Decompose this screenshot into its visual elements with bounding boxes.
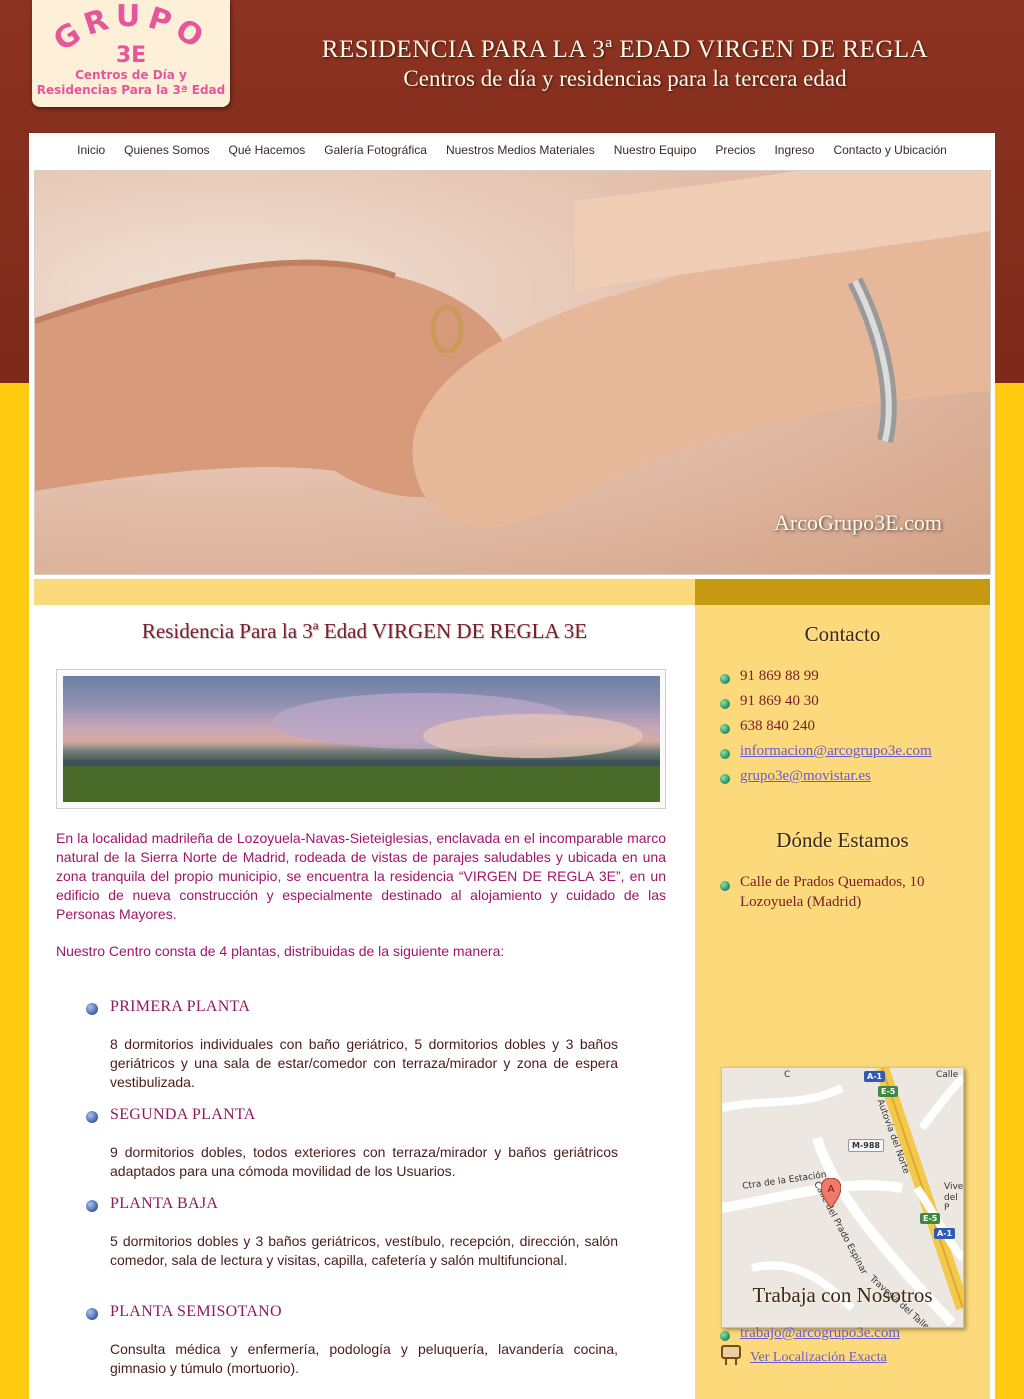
location-title: Dónde Estamos xyxy=(776,828,909,852)
map-label-c: C xyxy=(784,1070,791,1080)
map-label-calle: Calle xyxy=(936,1070,959,1080)
phone-2[interactable]: 91 869 40 30 xyxy=(740,693,819,710)
landscape-svg xyxy=(63,693,660,802)
bullet-icon xyxy=(86,1111,98,1123)
nav-item-medios-materiales[interactable]: Nuestros Medios Materiales xyxy=(446,143,595,157)
phone-3[interactable]: 638 840 240 xyxy=(740,718,815,735)
hero-watermark: ArcoGrupo3E.com xyxy=(773,510,942,535)
site-title: RESIDENCIA PARA LA 3ª EDAD VIRGEN DE REG… xyxy=(321,36,929,63)
bullet-icon xyxy=(720,699,730,709)
email-link-movistar[interactable]: grupo3e@movistar.es xyxy=(740,768,871,784)
site-logo[interactable]: GRUPO 3E Centros de Día y Residencias Pa… xyxy=(32,0,230,107)
bullet-icon xyxy=(86,1308,98,1320)
nav-item-galeria[interactable]: Galería Fotográfica xyxy=(324,143,427,157)
section-body-segunda: 9 dormitorios dobles, todos exteriores c… xyxy=(110,1144,618,1179)
bullet-icon xyxy=(720,749,730,759)
bullet-icon xyxy=(720,774,730,784)
section-body-baja: 5 dormitorios dobles y 3 baños geriátric… xyxy=(110,1233,618,1268)
section-heading-primera: PRIMERA PLANTA xyxy=(110,998,251,1015)
map-marker-letter: A xyxy=(828,1184,835,1195)
nav-item-ingreso[interactable]: Ingreso xyxy=(774,143,814,157)
floors-intro: Nuestro Centro consta de 4 plantas, dist… xyxy=(56,943,505,959)
road-shield-a1: A-1 xyxy=(864,1071,886,1082)
map-label-del-p: del P xyxy=(944,1193,958,1213)
road-shield-e5-lower: E-5 xyxy=(920,1213,941,1224)
email-row-1: informacion@arcogrupo3e.com xyxy=(740,743,932,760)
nav-item-contacto[interactable]: Contacto y Ubicación xyxy=(833,143,946,157)
road-shield-m988: M-988 xyxy=(848,1139,884,1152)
main-nav: Inicio Quienes Somos Qué Hacemos Galería… xyxy=(29,133,995,166)
content-title: Residencia Para la 3ª Edad VIRGEN DE REG… xyxy=(141,619,588,643)
nav-item-precios[interactable]: Precios xyxy=(715,143,755,157)
logo-number: 3E xyxy=(116,43,146,68)
email-row-2: grupo3e@movistar.es xyxy=(740,768,871,785)
logo-subtitle-line1: Centros de Día y xyxy=(75,68,187,82)
content-strip-right xyxy=(695,579,990,605)
section-heading-segunda: SEGUNDA PLANTA xyxy=(110,1106,256,1123)
nav-item-quienes-somos[interactable]: Quienes Somos xyxy=(124,143,209,157)
section-body-semisotano: Consulta médica y enfermería, podología … xyxy=(110,1341,618,1376)
nav-item-nuestro-equipo[interactable]: Nuestro Equipo xyxy=(614,143,697,157)
email-link-informacion[interactable]: informacion@arcogrupo3e.com xyxy=(740,743,932,759)
content-strip-left xyxy=(34,579,695,605)
logo-subtitle: Centros de Día y Residencias Para la 3ª … xyxy=(32,68,230,98)
nav-item-que-hacemos[interactable]: Qué Hacemos xyxy=(229,143,306,157)
logo-subtitle-line2: Residencias Para la 3ª Edad xyxy=(36,83,226,97)
phone-1[interactable]: 91 869 88 99 xyxy=(740,668,819,685)
bullet-icon xyxy=(720,881,730,891)
main-panel: Inicio Quienes Somos Qué Hacemos Galería… xyxy=(29,133,995,1399)
map-label-vive: Vive xyxy=(944,1182,964,1192)
section-heading-semisotano: PLANTA SEMISOTANO xyxy=(110,1303,282,1320)
section-heading-baja: PLANTA BAJA xyxy=(110,1195,219,1212)
intro-paragraph: En la localidad madrileña de Lozoyuela-N… xyxy=(56,830,666,922)
sidebar: Contacto 91 869 88 99 91 869 40 30 638 8… xyxy=(695,605,990,1399)
contact-title: Contacto xyxy=(804,622,881,646)
address-line-1: Calle de Prados Quemados, 10 xyxy=(740,874,925,890)
bullet-icon xyxy=(720,724,730,734)
main-content: Residencia Para la 3ª Edad VIRGEN DE REG… xyxy=(34,605,695,1399)
section-body-primera: 8 dormitorios individuales con baño geri… xyxy=(110,1036,618,1090)
logo-wordmark: GRUPO 3E xyxy=(48,0,209,68)
landscape-photo xyxy=(63,676,660,802)
nav-item-inicio[interactable]: Inicio xyxy=(77,143,105,157)
site-subtitle: Centros de día y residencias para la ter… xyxy=(403,66,847,91)
bullet-icon xyxy=(720,674,730,684)
road-shield-a1-lower: A-1 xyxy=(934,1228,956,1239)
jobs-title: Trabaja con Nosotros xyxy=(752,1283,933,1307)
jobs-row: trabajo@arcogrupo3e.com xyxy=(695,1323,990,1353)
landscape-photo-frame xyxy=(56,669,666,809)
jobs-email-link[interactable]: trabajo@arcogrupo3e.com xyxy=(740,1325,900,1341)
hero-banner: ArcoGrupo3E.com xyxy=(34,170,991,575)
road-shield-e5: E-5 xyxy=(878,1086,899,1097)
bullet-icon xyxy=(720,1331,730,1341)
address-line-2: Lozoyuela (Madrid) xyxy=(740,894,862,910)
bullet-icon xyxy=(86,1200,98,1212)
jobs-email-row: trabajo@arcogrupo3e.com xyxy=(740,1325,900,1342)
bullet-icon xyxy=(86,1003,98,1015)
map-marker-icon[interactable]: A xyxy=(821,1178,841,1208)
